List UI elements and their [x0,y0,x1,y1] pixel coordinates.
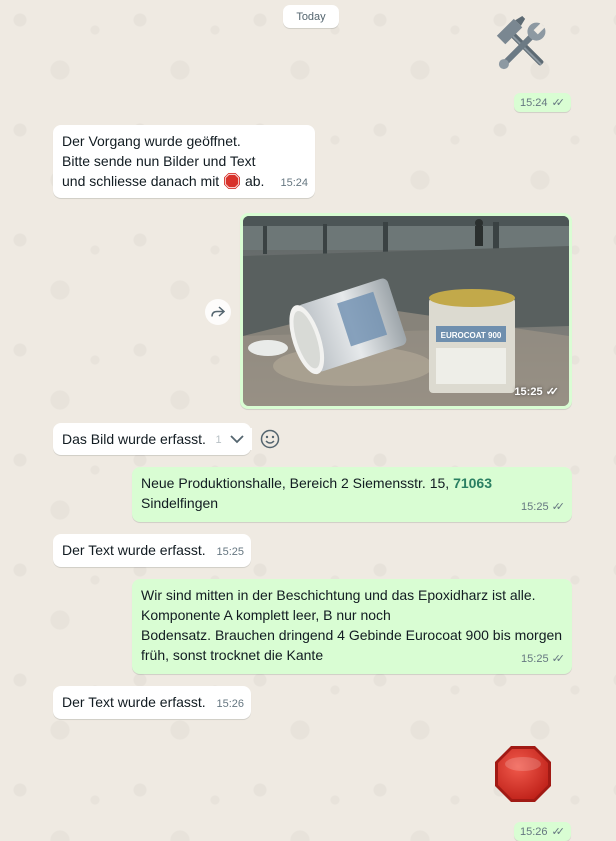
stop-sign-icon [223,172,241,190]
photo-bucket-label: EUROCOAT 900 [441,331,502,340]
forward-icon [211,306,225,317]
react-button[interactable] [257,426,283,452]
date-divider-label: Today [296,10,326,23]
message-6-bubble: Der Text wurde erfasst. 15:25 [53,534,251,567]
message-text: Der Text wurde erfasst. [62,694,206,710]
emoji-smile-icon [260,429,280,449]
hammer-and-wrench-icon [493,14,553,76]
message-text: Der Text wurde erfasst. [62,542,206,558]
message-7-meta: 15:25 ✓✓ [521,649,565,669]
message-2-meta: 15:24 [280,177,308,189]
message-8-meta: 15:26 [216,698,244,710]
message-line: und schliesse danach mit ab. [62,172,265,190]
forward-button[interactable] [205,299,231,325]
message-line: früh, sonst trocknet die Kante [141,647,324,663]
message-line: Komponente A komplett leer, B nur noch [141,607,391,623]
construction-photo[interactable]: EUROCOAT 900 15:25 ✓✓ [243,216,569,406]
message-line: Der Vorgang wurde geöffnet. [62,133,241,149]
date-divider: Today [283,5,339,28]
message-6-meta: 15:25 [216,546,244,558]
message-menu-button[interactable] [222,428,252,450]
message-text: Neue Produktionshalle, Bereich 2 Siemens… [141,475,492,491]
read-ticks-icon: ✓✓ [551,97,566,109]
message-time: 15:26 [520,825,548,838]
message-2-bubble: Der Vorgang wurde geöffnet. Bitte sende … [53,125,315,198]
message-9-meta: 15:26 ✓✓ [514,822,571,841]
read-ticks-icon: ✓✓ [551,501,566,513]
message-8-bubble: Der Text wurde erfasst. 15:26 [53,686,251,719]
message-7-bubble: Wir sind mitten in der Beschichtung und … [132,579,572,674]
message-text: Sindelfingen [141,495,219,511]
message-3-meta: 15:25 ✓✓ [514,385,560,399]
message-line: Bitte sende nun Bilder und Text [62,153,256,169]
chevron-down-icon [230,434,244,443]
message-line: Wir sind mitten in der Beschichtung und … [141,587,536,603]
read-ticks-icon: ✓✓ [545,386,560,398]
message-line: Bodensatz. Brauchen dringend 4 Gebinde E… [141,627,563,643]
message-1-meta: 15:24 ✓✓ [514,93,571,112]
message-5-meta: 15:25 ✓✓ [521,497,565,517]
stop-sign-icon [493,744,553,804]
read-ticks-icon: ✓✓ [551,653,566,665]
read-ticks-icon: ✓✓ [551,826,566,838]
message-5-bubble: Neue Produktionshalle, Bereich 2 Siemens… [132,467,572,522]
message-time: 15:24 [520,96,548,109]
postal-code-link[interactable]: 71063 [453,475,492,491]
message-3-image-bubble[interactable]: EUROCOAT 900 15:25 ✓✓ [240,213,572,409]
